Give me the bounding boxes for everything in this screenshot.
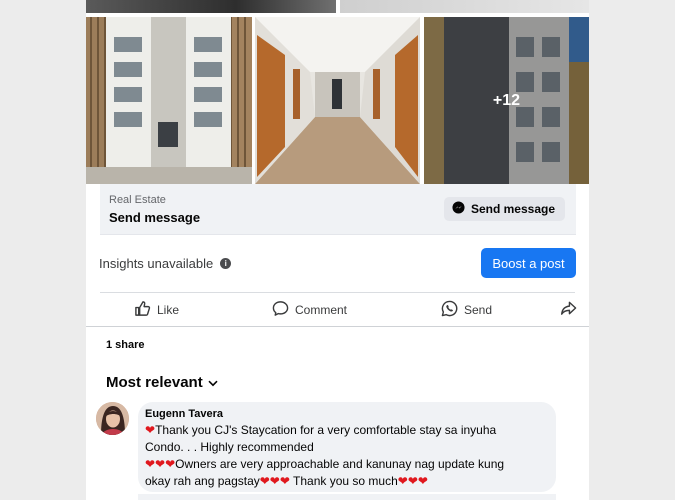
post-actions-bar: Like Comment Send bbox=[86, 296, 589, 324]
listing-cta-box: Real Estate Send message Send message bbox=[100, 184, 576, 235]
like-button[interactable]: Like bbox=[134, 300, 179, 320]
chevron-down-icon bbox=[208, 374, 218, 391]
boost-post-button[interactable]: Boost a post bbox=[481, 248, 576, 278]
send-button[interactable]: Send bbox=[441, 300, 492, 320]
whatsapp-icon bbox=[441, 300, 458, 320]
more-photos-count[interactable]: +12 bbox=[424, 17, 589, 184]
heart-emoji: ❤ bbox=[145, 423, 156, 437]
share-count[interactable]: 1 share bbox=[106, 339, 145, 351]
send-message-label: Send message bbox=[470, 202, 555, 216]
insights-row: Insights unavailable i bbox=[99, 256, 232, 271]
like-label: Like bbox=[157, 303, 180, 317]
heart-emoji: ❤❤❤ bbox=[397, 474, 428, 488]
photo-top-right[interactable] bbox=[340, 0, 589, 13]
comments-filter-label: Most relevant bbox=[106, 374, 203, 391]
next-comment-peek bbox=[138, 494, 556, 500]
heart-emoji: ❤❤❤ bbox=[259, 474, 290, 488]
thumbs-up-icon bbox=[134, 300, 151, 320]
share-arrow-icon bbox=[560, 300, 577, 320]
messenger-icon bbox=[452, 201, 465, 217]
photo-grid: +12 bbox=[86, 17, 589, 184]
previous-photo-strip bbox=[86, 0, 589, 16]
comments-filter-dropdown[interactable]: Most relevant bbox=[106, 374, 218, 391]
facebook-post: +12 Real Estate Send message Send messag… bbox=[86, 0, 589, 500]
listing-category: Real Estate bbox=[109, 194, 166, 206]
insights-label: Insights unavailable bbox=[99, 256, 214, 271]
divider bbox=[86, 326, 589, 327]
listing-cta-title: Send message bbox=[109, 210, 201, 225]
share-button[interactable] bbox=[560, 300, 577, 320]
comment-icon bbox=[272, 300, 289, 320]
comment-line: okay rah ang pagstay❤❤❤ Thank you so muc… bbox=[145, 474, 428, 488]
comment-line: Condo. . . Highly recommended bbox=[145, 440, 314, 454]
comment-line: ❤Thank you CJ's Staycation for a very co… bbox=[145, 423, 497, 437]
photo-hallway[interactable] bbox=[255, 17, 420, 184]
comment-text: ❤Thank you CJ's Staycation for a very co… bbox=[145, 422, 553, 490]
comment-bubble: Eugenn Tavera ❤Thank you CJ's Staycation… bbox=[138, 402, 556, 492]
info-icon[interactable]: i bbox=[220, 258, 232, 269]
photo-top-left[interactable] bbox=[86, 0, 336, 13]
send-label: Send bbox=[464, 303, 493, 317]
avatar[interactable] bbox=[96, 402, 129, 435]
heart-emoji: ❤❤❤ bbox=[145, 457, 176, 471]
comment-button[interactable]: Comment bbox=[272, 300, 347, 320]
comment-author[interactable]: Eugenn Tavera bbox=[145, 408, 223, 420]
photo-building-front[interactable] bbox=[86, 17, 252, 184]
comment-label: Comment bbox=[295, 303, 348, 317]
divider bbox=[100, 292, 575, 293]
send-message-button[interactable]: Send message bbox=[443, 197, 565, 221]
photo-building-side[interactable]: +12 bbox=[424, 17, 589, 184]
comment-line: ❤❤❤Owners are very approachable and kanu… bbox=[145, 457, 505, 471]
